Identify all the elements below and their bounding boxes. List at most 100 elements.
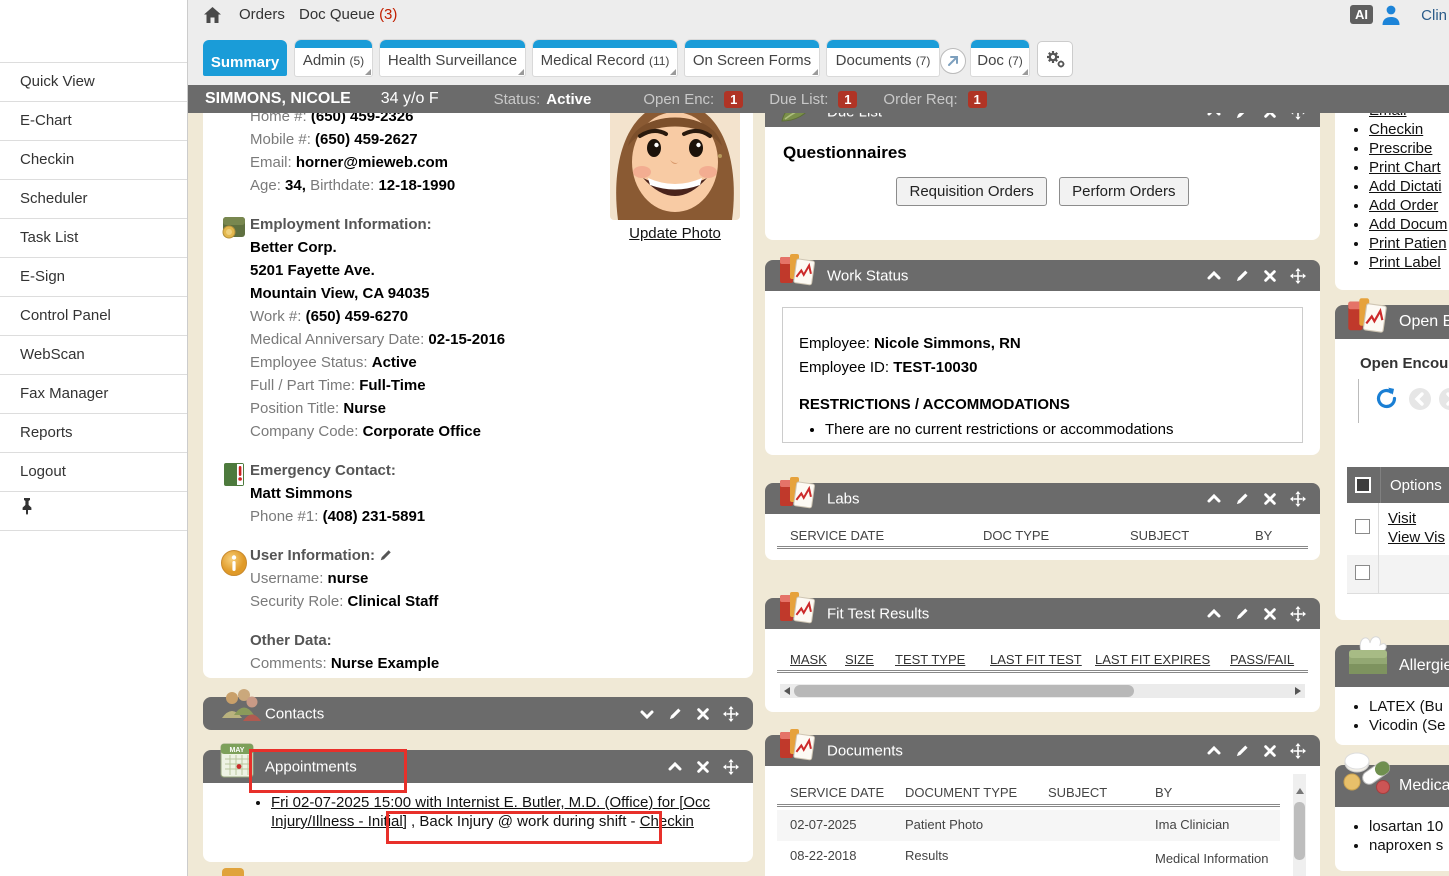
table-row[interactable]: 08-22-2018 Results Medical Information [777, 841, 1280, 876]
labs-col-by[interactable]: BY [1255, 528, 1272, 543]
user-icon[interactable] [1381, 4, 1401, 31]
pencil-icon[interactable] [1235, 268, 1250, 283]
link-checkin[interactable]: Checkin [1369, 121, 1423, 138]
chevron-down-icon[interactable] [639, 706, 655, 722]
fit-col-test-type[interactable]: TEST TYPE [895, 652, 965, 667]
tab-medical-record[interactable]: Medical Record (11) [533, 40, 677, 76]
move-icon[interactable] [1290, 606, 1306, 622]
link-prescribe[interactable]: Prescribe [1369, 140, 1432, 157]
refresh-icon[interactable] [1373, 385, 1400, 417]
tab-health-surveillance[interactable]: Health Surveillance [380, 40, 525, 76]
chevron-up-icon[interactable] [1206, 491, 1222, 507]
sidebar-item-task-list[interactable]: Task List [0, 218, 187, 257]
tab-on-screen-forms[interactable]: On Screen Forms [685, 40, 819, 76]
move-icon[interactable] [723, 759, 739, 775]
doc-col-subject[interactable]: SUBJECT [1048, 785, 1107, 800]
emergency-phone-label: Phone #1: [250, 508, 318, 525]
chevron-up-icon[interactable] [1206, 268, 1222, 284]
row-checkbox[interactable] [1355, 519, 1370, 534]
scrollbar-thumb[interactable] [1294, 802, 1305, 860]
perform-orders-button[interactable]: Perform Orders [1059, 177, 1188, 206]
popout-icon[interactable] [940, 48, 966, 74]
move-icon[interactable] [723, 706, 739, 722]
fit-col-last-fit-test[interactable]: LAST FIT TEST [990, 652, 1082, 667]
open-enc-badge[interactable]: 1 [724, 91, 743, 108]
link-add-order[interactable]: Add Order [1369, 197, 1438, 214]
labs-col-subject[interactable]: SUBJECT [1130, 528, 1189, 543]
top-navigation-bar: Orders Doc Queue (3) AI Clin [187, 0, 1449, 32]
chevron-up-icon[interactable] [667, 759, 683, 775]
tab-doc[interactable]: Doc (7) [971, 40, 1029, 76]
doc-col-by[interactable]: BY [1155, 785, 1172, 800]
sidebar-item-control-panel[interactable]: Control Panel [0, 296, 187, 335]
user-name[interactable]: Clin [1421, 7, 1447, 24]
chevron-up-icon[interactable] [1206, 606, 1222, 622]
link-print-patient[interactable]: Print Patien [1369, 235, 1447, 252]
sidebar-item-logout[interactable]: Logout [0, 452, 187, 491]
visit-link[interactable]: Visit [1388, 510, 1416, 527]
fit-col-pass-fail[interactable]: PASS/FAIL [1230, 652, 1294, 667]
labs-col-doc-type[interactable]: DOC TYPE [983, 528, 1049, 543]
link-print-chart[interactable]: Print Chart [1369, 159, 1441, 176]
tab-summary[interactable]: Summary [203, 40, 287, 76]
fit-col-mask[interactable]: MASK [790, 652, 827, 667]
home-icon[interactable] [203, 6, 222, 29]
scroll-up-arrow[interactable] [1296, 788, 1304, 794]
fit-col-last-fit-expires[interactable]: LAST FIT EXPIRES [1095, 652, 1210, 667]
link-print-label[interactable]: Print Label [1369, 254, 1441, 271]
move-icon[interactable] [1290, 743, 1306, 759]
prev-page-icon[interactable] [1409, 388, 1431, 410]
update-photo-link[interactable]: Update Photo [629, 225, 721, 242]
scrollbar-thumb[interactable] [794, 685, 1134, 697]
edit-pencil-icon[interactable] [379, 548, 393, 562]
scroll-left-arrow[interactable] [784, 687, 790, 695]
doc-col-document-type[interactable]: DOCUMENT TYPE [905, 785, 1017, 800]
pin-icon[interactable] [20, 497, 34, 515]
sidebar-item-quick-view[interactable]: Quick View [0, 62, 187, 101]
sidebar-item-webscan[interactable]: WebScan [0, 335, 187, 374]
gear-icon[interactable] [1037, 41, 1073, 77]
other-data-heading: Other Data: [250, 629, 615, 652]
move-icon[interactable] [1290, 491, 1306, 507]
nav-orders[interactable]: Orders [239, 6, 285, 23]
move-icon[interactable] [1290, 268, 1306, 284]
nav-doc-queue[interactable]: Doc Queue (3) [299, 6, 397, 23]
vertical-scrollbar[interactable] [1293, 774, 1306, 876]
pencil-icon[interactable] [1235, 606, 1250, 621]
close-icon[interactable] [696, 760, 710, 774]
ai-badge[interactable]: AI [1350, 5, 1373, 24]
due-list-badge[interactable]: 1 [838, 91, 857, 108]
tab-documents[interactable]: Documents (7) [827, 40, 939, 76]
tab-admin[interactable]: Admin (5) [295, 40, 372, 76]
sidebar-item-scheduler[interactable]: Scheduler [0, 179, 187, 218]
view-visit-link[interactable]: View Vis [1388, 529, 1445, 546]
select-all-checkbox[interactable] [1355, 477, 1371, 493]
close-icon[interactable] [1263, 607, 1277, 621]
pencil-icon[interactable] [1235, 491, 1250, 506]
table-row[interactable]: 02-07-2025 Patient Photo Ima Clinician [777, 810, 1280, 841]
sidebar-item-e-sign[interactable]: E-Sign [0, 257, 187, 296]
requisition-orders-button[interactable]: Requisition Orders [896, 177, 1046, 206]
sidebar-item-checkin[interactable]: Checkin [0, 140, 187, 179]
sidebar-item-fax-manager[interactable]: Fax Manager [0, 374, 187, 413]
link-add-dictation[interactable]: Add Dictati [1369, 178, 1442, 195]
sidebar-item-reports[interactable]: Reports [0, 413, 187, 452]
order-req-badge[interactable]: 1 [968, 91, 987, 108]
horizontal-scrollbar[interactable] [780, 684, 1305, 698]
close-icon[interactable] [1263, 492, 1277, 506]
scroll-right-arrow[interactable] [1295, 687, 1301, 695]
close-icon[interactable] [1263, 269, 1277, 283]
pencil-icon[interactable] [668, 706, 683, 721]
next-page-icon[interactable] [1439, 388, 1449, 410]
row-checkbox[interactable] [1355, 565, 1370, 580]
fit-col-size[interactable]: SIZE [845, 652, 874, 667]
link-add-document[interactable]: Add Docum [1369, 216, 1447, 233]
employer-name: Better Corp. [250, 236, 615, 259]
close-icon[interactable] [696, 707, 710, 721]
sidebar-item-e-chart[interactable]: E-Chart [0, 101, 187, 140]
doc-col-service-date[interactable]: SERVICE DATE [790, 785, 884, 800]
chevron-up-icon[interactable] [1206, 743, 1222, 759]
pencil-icon[interactable] [1235, 743, 1250, 758]
labs-col-service-date[interactable]: SERVICE DATE [790, 528, 884, 543]
close-icon[interactable] [1263, 744, 1277, 758]
